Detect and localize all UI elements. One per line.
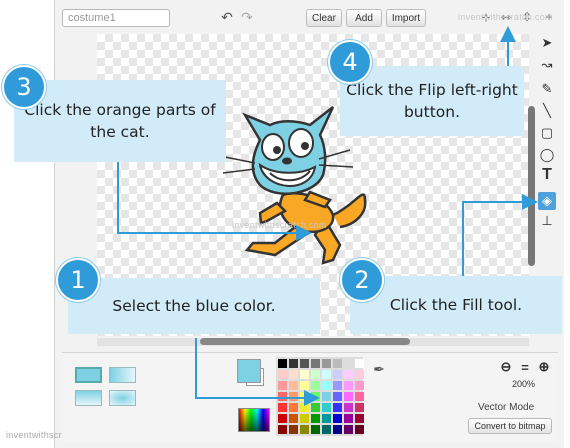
- palette-color-swatch[interactable]: [278, 359, 287, 368]
- palette-color-swatch[interactable]: [278, 403, 287, 412]
- palette-color-swatch[interactable]: [289, 359, 298, 368]
- palette-color-swatch[interactable]: [278, 370, 287, 379]
- palette-color-swatch[interactable]: [333, 381, 342, 390]
- palette-color-swatch[interactable]: [333, 370, 342, 379]
- callout-1-badge: 1: [56, 258, 100, 302]
- palette-color-swatch[interactable]: [322, 414, 331, 423]
- palette-color-swatch[interactable]: [355, 381, 364, 390]
- palette-color-swatch[interactable]: [311, 370, 320, 379]
- import-button[interactable]: Import: [386, 9, 426, 27]
- callout-2-badge: 2: [340, 258, 384, 302]
- redo-icon[interactable]: ↷: [238, 8, 256, 26]
- palette-color-swatch[interactable]: [322, 425, 331, 434]
- radial-gradient-option[interactable]: [109, 390, 136, 406]
- palette-color-swatch[interactable]: [344, 381, 353, 390]
- ellipse-icon[interactable]: ◯: [538, 146, 556, 164]
- palette-color-swatch[interactable]: [289, 370, 298, 379]
- canvas-watermark: inventwithscratch.com: [232, 220, 327, 230]
- callout-4-badge: 4: [328, 40, 372, 84]
- stamp-icon[interactable]: ⊥: [538, 212, 556, 230]
- palette-color-swatch[interactable]: [333, 359, 342, 368]
- text-icon[interactable]: T: [538, 166, 556, 184]
- clear-button[interactable]: Clear: [306, 9, 342, 27]
- fill-icon[interactable]: ◈: [538, 192, 556, 210]
- palette-color-swatch[interactable]: [289, 403, 298, 412]
- palette-color-swatch[interactable]: [300, 381, 309, 390]
- palette-color-swatch[interactable]: [300, 425, 309, 434]
- palette-color-swatch[interactable]: [333, 403, 342, 412]
- costume-name-field[interactable]: [62, 9, 170, 27]
- color-palette[interactable]: [276, 357, 364, 436]
- palette-color-swatch[interactable]: [300, 403, 309, 412]
- palette-color-swatch[interactable]: [311, 425, 320, 434]
- reshape-icon[interactable]: ↝: [538, 56, 556, 74]
- zoom-level: 200%: [512, 379, 536, 389]
- palette-color-swatch[interactable]: [333, 425, 342, 434]
- vector-mode-label: Vector Mode: [478, 402, 535, 413]
- palette-color-swatch[interactable]: [278, 392, 287, 401]
- palette-color-swatch[interactable]: [355, 425, 364, 434]
- solid-fill-option[interactable]: [75, 367, 102, 383]
- convert-to-bitmap-button[interactable]: Convert to bitmap: [468, 418, 552, 434]
- palette-color-swatch[interactable]: [344, 370, 353, 379]
- undo-icon[interactable]: ↶: [218, 8, 236, 26]
- line-icon[interactable]: ╲: [538, 102, 556, 120]
- palette-color-swatch[interactable]: [355, 414, 364, 423]
- palette-color-swatch[interactable]: [344, 403, 353, 412]
- palette-color-swatch[interactable]: [355, 392, 364, 401]
- horizontal-gradient-option[interactable]: [109, 367, 136, 383]
- palette-color-swatch[interactable]: [300, 359, 309, 368]
- palette-color-swatch[interactable]: [300, 414, 309, 423]
- pencil-icon[interactable]: ✎: [538, 80, 556, 98]
- primary-color-swatch[interactable]: [237, 359, 261, 383]
- palette-color-swatch[interactable]: [355, 359, 364, 368]
- palette-color-swatch[interactable]: [278, 425, 287, 434]
- palette-color-swatch[interactable]: [300, 370, 309, 379]
- palette-color-swatch[interactable]: [344, 414, 353, 423]
- palette-color-swatch[interactable]: [322, 370, 331, 379]
- horizontal-scrollbar[interactable]: [200, 338, 410, 345]
- palette-color-swatch[interactable]: [289, 414, 298, 423]
- palette-color-swatch[interactable]: [278, 381, 287, 390]
- eyedropper-icon[interactable]: ✒: [370, 360, 388, 378]
- palette-color-swatch[interactable]: [311, 392, 320, 401]
- palette-color-swatch[interactable]: [322, 359, 331, 368]
- callout-3: Click the orange parts of the cat.: [14, 80, 226, 162]
- palette-color-swatch[interactable]: [311, 359, 320, 368]
- palette-color-swatch[interactable]: [344, 359, 353, 368]
- palette-color-swatch[interactable]: [311, 403, 320, 412]
- rectangle-icon[interactable]: ▢: [538, 124, 556, 142]
- palette-color-swatch[interactable]: [333, 392, 342, 401]
- palette-color-swatch[interactable]: [289, 425, 298, 434]
- palette-color-swatch[interactable]: [289, 381, 298, 390]
- color-spectrum[interactable]: [238, 408, 270, 432]
- pointer-icon[interactable]: ➤: [538, 34, 556, 52]
- palette-color-swatch[interactable]: [344, 425, 353, 434]
- zoom-out-icon[interactable]: ⊖: [499, 359, 513, 374]
- palette-color-swatch[interactable]: [322, 392, 331, 401]
- add-button[interactable]: Add: [346, 9, 382, 27]
- palette-color-swatch[interactable]: [322, 403, 331, 412]
- palette-color-swatch[interactable]: [311, 381, 320, 390]
- palette-color-swatch[interactable]: [333, 414, 342, 423]
- callout-4: Click the Flip left-right button.: [340, 66, 524, 136]
- palette-color-swatch[interactable]: [278, 414, 287, 423]
- toolbar-watermark: inventwithscratch.com: [458, 12, 553, 22]
- zoom-reset-icon[interactable]: =: [518, 360, 532, 375]
- palette-color-swatch[interactable]: [300, 392, 309, 401]
- tool-panel: ➤ ↝ ✎ ╲ ▢ ◯ T ◈ ⊥: [536, 32, 558, 232]
- palette-color-swatch[interactable]: [355, 370, 364, 379]
- palette-color-swatch[interactable]: [322, 381, 331, 390]
- zoom-in-icon[interactable]: ⊕: [537, 359, 551, 374]
- palette-color-swatch[interactable]: [344, 392, 353, 401]
- palette-color-swatch[interactable]: [355, 403, 364, 412]
- vertical-scrollbar[interactable]: [528, 106, 535, 266]
- palette-color-swatch[interactable]: [311, 414, 320, 423]
- palette-color-swatch[interactable]: [289, 392, 298, 401]
- callout-3-badge: 3: [2, 65, 46, 109]
- callout-1: Select the blue color.: [68, 278, 320, 334]
- vertical-gradient-option[interactable]: [75, 390, 102, 406]
